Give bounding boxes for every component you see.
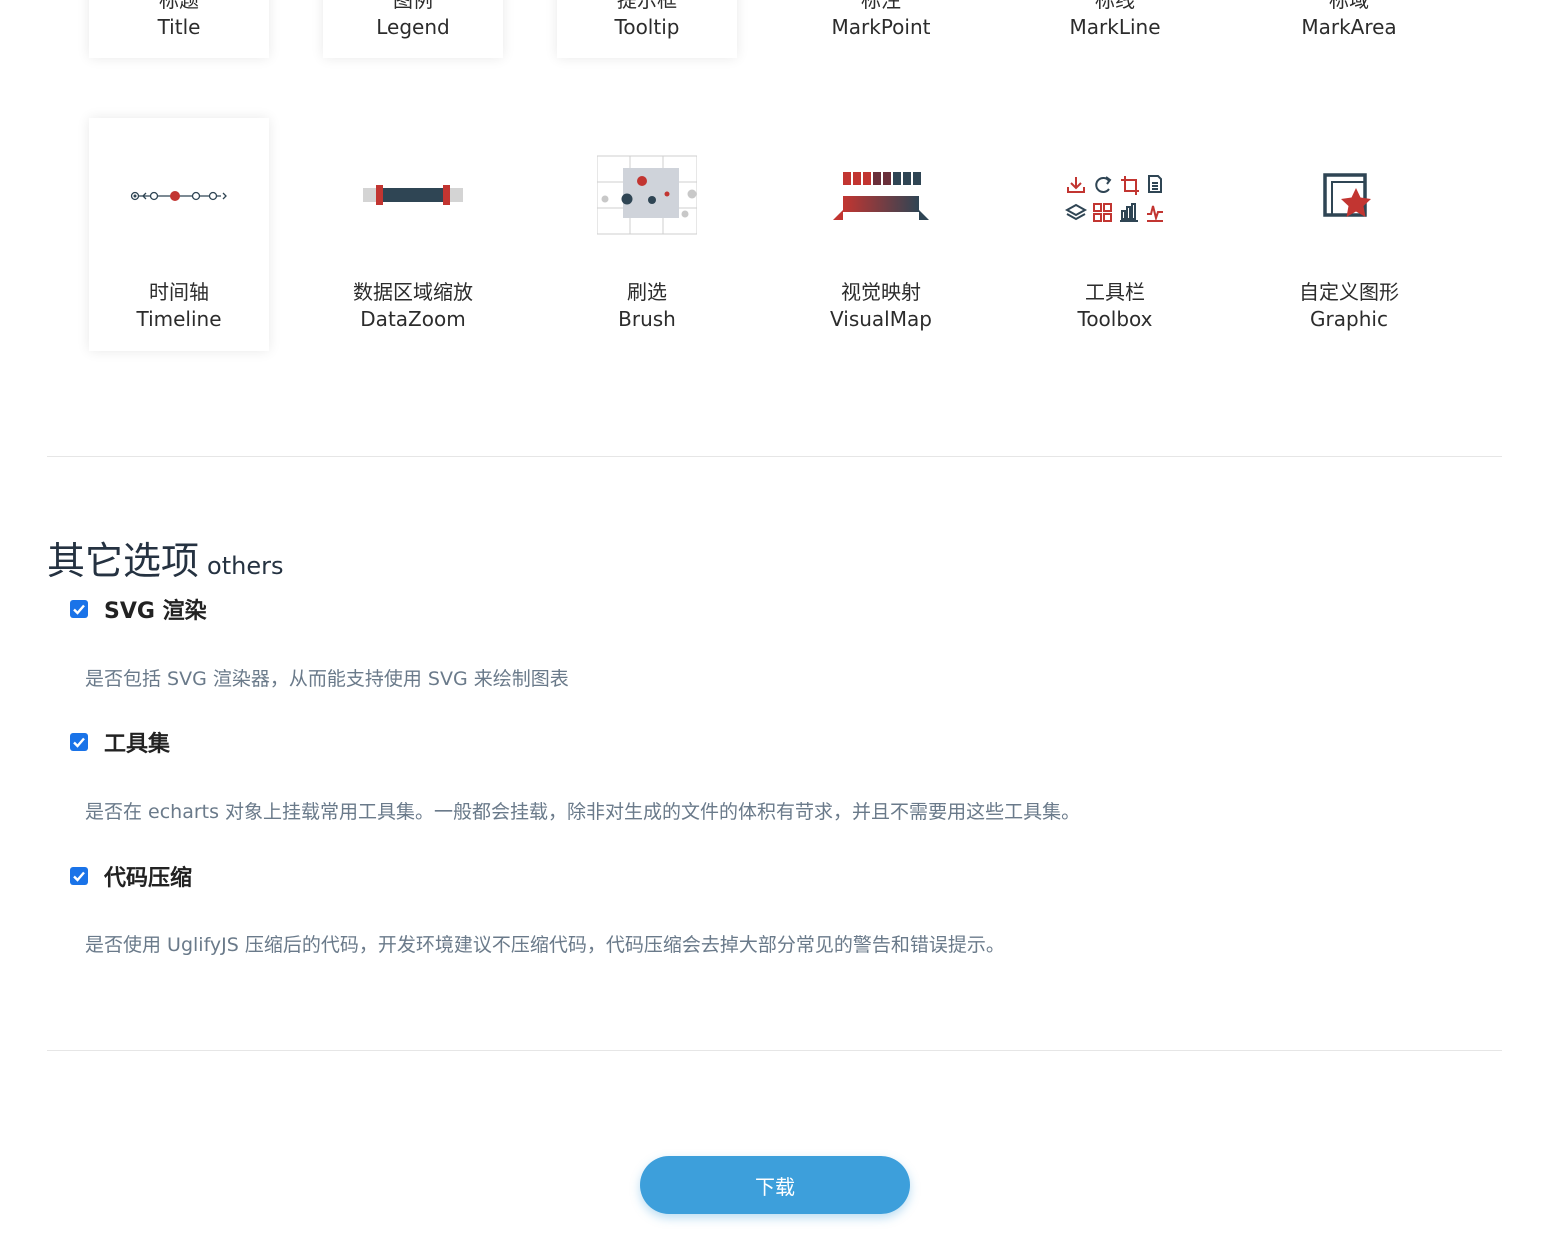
- card-label-en: Graphic: [1310, 307, 1388, 331]
- card-label-en: DataZoom: [360, 307, 466, 331]
- card-label-en: Title: [157, 15, 201, 39]
- card-label-cn: 工具栏: [1085, 280, 1145, 304]
- card-label-cn: 标注: [861, 0, 901, 12]
- section-divider: [47, 456, 1502, 457]
- card-label-en: MarkPoint: [831, 15, 931, 39]
- component-card-datazoom[interactable]: 数据区域缩放 DataZoom: [323, 118, 503, 351]
- card-label-en: VisualMap: [830, 307, 932, 331]
- card-label-en: Brush: [618, 307, 676, 331]
- utils-label[interactable]: 工具集: [104, 726, 170, 758]
- datazoom-icon: [363, 185, 463, 205]
- toolbox-icon: [1065, 175, 1163, 222]
- graphic-icon: [1323, 173, 1371, 217]
- download-button[interactable]: 下载: [640, 1156, 910, 1214]
- svg-renderer-checkbox[interactable]: [70, 600, 88, 618]
- component-card-graphic[interactable]: 自定义图形 Graphic: [1259, 118, 1439, 351]
- card-label-en: Timeline: [136, 307, 222, 331]
- component-card-markline[interactable]: 标线 MarkLine: [1025, 0, 1205, 58]
- minify-label[interactable]: 代码压缩: [104, 860, 192, 892]
- component-card-visualmap[interactable]: 视觉映射 VisualMap: [791, 118, 971, 351]
- card-label-cn: 提示框: [617, 0, 677, 12]
- component-card-timeline[interactable]: 时间轴 Timeline: [89, 118, 269, 351]
- check-icon: [73, 737, 85, 748]
- timeline-icon: [130, 191, 227, 201]
- brush-icon: [597, 155, 697, 235]
- card-label-en: Legend: [376, 15, 450, 39]
- utils-description: 是否在 echarts 对象上挂载常用工具集。一般都会挂载，除非对生成的文件的体…: [85, 801, 1081, 823]
- component-card-toolbox[interactable]: 工具栏 Toolbox: [1025, 118, 1205, 351]
- card-label-cn: 视觉映射: [841, 280, 921, 304]
- section-title-zh: 其它选项: [47, 539, 200, 583]
- component-card-markpoint[interactable]: 标注 MarkPoint: [791, 0, 971, 58]
- section-divider: [47, 1050, 1502, 1051]
- visualmap-icon: [833, 172, 929, 220]
- svg-renderer-description: 是否包括 SVG 渲染器，从而能支持使用 SVG 来绘制图表: [85, 668, 569, 690]
- card-label-cn: 自定义图形: [1299, 280, 1399, 304]
- component-card-tooltip[interactable]: 提示框 Tooltip: [557, 0, 737, 58]
- card-label-cn: 刷选: [627, 280, 667, 304]
- card-label-cn: 标域: [1329, 0, 1369, 12]
- utils-checkbox[interactable]: [70, 733, 88, 751]
- svg-renderer-label[interactable]: SVG 渲染: [104, 593, 207, 625]
- card-label-cn: 数据区域缩放: [353, 280, 473, 304]
- card-label-cn: 时间轴: [149, 280, 209, 304]
- component-card-legend[interactable]: 图例 Legend: [323, 0, 503, 58]
- card-label-en: Toolbox: [1077, 307, 1153, 331]
- minify-description: 是否使用 UglifyJS 压缩后的代码，开发环境建议不压缩代码，代码压缩会去掉…: [85, 934, 1005, 956]
- component-card-markarea[interactable]: 标域 MarkArea: [1259, 0, 1439, 58]
- component-card-title[interactable]: 标题 Title: [89, 0, 269, 58]
- card-label-cn: 标线: [1095, 0, 1135, 12]
- card-label-en: Tooltip: [614, 15, 680, 39]
- card-label-cn: 标题: [159, 0, 199, 12]
- check-icon: [73, 871, 85, 882]
- section-title-en: others: [207, 552, 284, 580]
- card-label-cn: 图例: [393, 0, 433, 12]
- card-label-en: MarkLine: [1069, 15, 1161, 39]
- component-card-brush[interactable]: 刷选 Brush: [557, 118, 737, 351]
- minify-checkbox[interactable]: [70, 867, 88, 885]
- check-icon: [73, 604, 85, 615]
- card-label-en: MarkArea: [1301, 15, 1397, 39]
- others-section-title: 其它选项 others: [47, 530, 283, 585]
